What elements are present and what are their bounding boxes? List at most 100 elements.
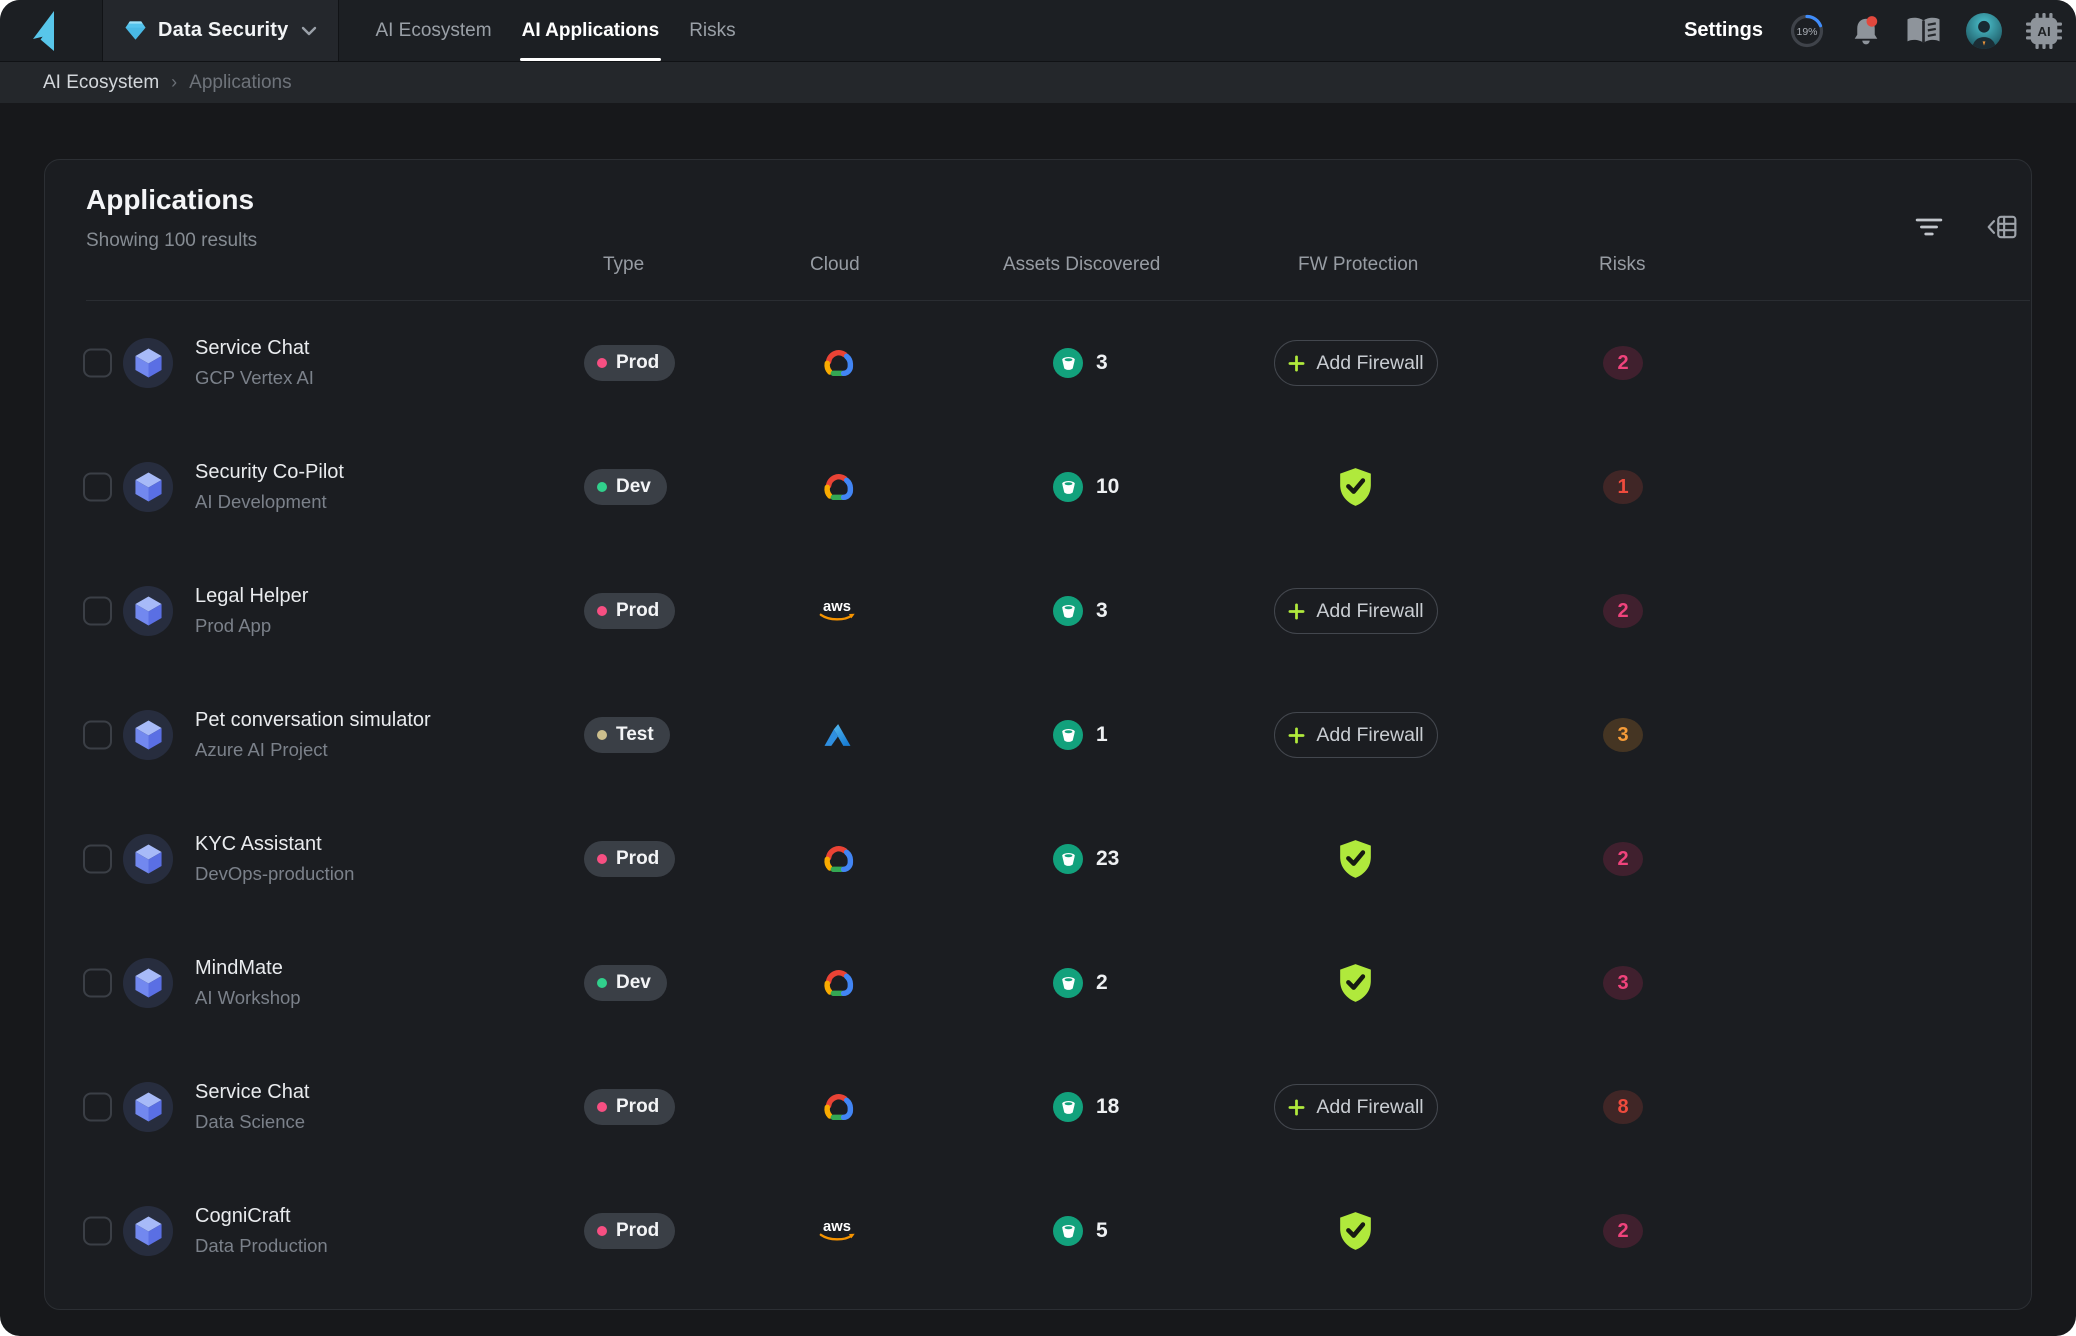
table-row[interactable]: Service Chat GCP Vertex AI Prod 3 Add Fi… — [45, 301, 2031, 425]
app-name: Security Co-Pilot — [195, 461, 344, 484]
plus-icon — [1288, 1099, 1305, 1116]
app-subtitle: AI Development — [195, 491, 344, 513]
user-avatar[interactable] — [1966, 13, 2002, 49]
breadcrumb: AI Ecosystem › Applications — [0, 62, 2076, 103]
fw-protection-cell — [1274, 467, 1444, 508]
app-subtitle: AI Workshop — [195, 987, 301, 1009]
env-type-label: Prod — [616, 848, 659, 870]
assets-bucket-icon — [1053, 1092, 1083, 1122]
add-firewall-button[interactable]: Add Firewall — [1274, 340, 1438, 386]
filter-button[interactable] — [1911, 212, 1947, 242]
assets-cell: 5 — [1053, 1216, 1108, 1246]
app-subtitle: Azure AI Project — [195, 739, 431, 761]
assets-bucket-icon — [1053, 844, 1083, 874]
env-type-dot-icon — [597, 1226, 607, 1236]
add-firewall-button[interactable]: Add Firewall — [1274, 588, 1438, 634]
risk-count-badge[interactable]: 2 — [1603, 346, 1643, 380]
column-header-fw-protection: FW Protection — [1298, 254, 1418, 276]
breadcrumb-parent[interactable]: AI Ecosystem — [43, 72, 159, 94]
breadcrumb-current: Applications — [189, 72, 291, 94]
table-row[interactable]: MindMate AI Workshop Dev 2 3 — [45, 921, 2031, 1045]
env-type-dot-icon — [597, 730, 607, 740]
svg-text:aws: aws — [823, 599, 851, 615]
fw-protection-cell: Add Firewall — [1274, 588, 1444, 634]
risk-count-badge[interactable]: 1 — [1603, 470, 1643, 504]
table-row[interactable]: Legal Helper Prod App Prod aws 3 Add Fir… — [45, 549, 2031, 673]
breadcrumb-separator-icon: › — [171, 72, 177, 93]
table-row[interactable]: Service Chat Data Science Prod 18 Add Fi… — [45, 1045, 2031, 1169]
primary-nav: AI Ecosystem AI Applications Risks — [375, 0, 735, 61]
table-row[interactable]: Pet conversation simulator Azure AI Proj… — [45, 673, 2031, 797]
row-checkbox[interactable] — [83, 845, 112, 874]
column-header-cloud: Cloud — [810, 254, 860, 276]
app-name: Pet conversation simulator — [195, 709, 431, 732]
row-checkbox[interactable] — [83, 473, 112, 502]
app-name: Legal Helper — [195, 585, 308, 608]
assets-bucket-icon — [1053, 720, 1083, 750]
add-firewall-button[interactable]: Add Firewall — [1274, 1084, 1438, 1130]
env-type-badge: Test — [584, 717, 670, 753]
tab-risks[interactable]: Risks — [689, 0, 735, 61]
row-checkbox[interactable] — [83, 597, 112, 626]
app-name: CogniCraft — [195, 1205, 328, 1228]
ai-assistant-chip-icon[interactable]: AI — [2026, 13, 2062, 49]
applications-panel: Applications Showing 100 results — [44, 159, 2032, 1310]
risk-count-badge[interactable]: 8 — [1603, 1090, 1643, 1124]
risk-count-badge[interactable]: 2 — [1603, 842, 1643, 876]
cloud-gcp-icon — [817, 471, 857, 503]
row-checkbox[interactable] — [83, 349, 112, 378]
app-cube-icon — [123, 834, 173, 884]
table-row[interactable]: CogniCraft Data Production Prod aws 5 2 — [45, 1169, 2031, 1293]
assets-count: 2 — [1096, 971, 1108, 995]
tab-ai-applications[interactable]: AI Applications — [522, 0, 660, 61]
settings-button[interactable]: Settings — [1684, 19, 1763, 42]
table-row[interactable]: KYC Assistant DevOps-production Prod 23 … — [45, 797, 2031, 921]
app-name: KYC Assistant — [195, 833, 354, 856]
column-settings-button[interactable] — [1982, 210, 2022, 244]
chevron-down-icon — [301, 26, 317, 36]
app-subtitle: GCP Vertex AI — [195, 367, 314, 389]
tab-ai-ecosystem[interactable]: AI Ecosystem — [375, 0, 491, 61]
notifications-bell-icon[interactable] — [1851, 15, 1881, 47]
firewall-protected-icon — [1337, 1211, 1374, 1252]
logo-icon — [29, 9, 73, 53]
fw-protection-cell — [1274, 1211, 1444, 1252]
app-cube-icon — [123, 586, 173, 636]
firewall-protected-icon — [1337, 963, 1374, 1004]
assets-count: 10 — [1096, 475, 1119, 499]
risk-count-badge[interactable]: 3 — [1603, 718, 1643, 752]
table-row[interactable]: Security Co-Pilot AI Development Dev 10 … — [45, 425, 2031, 549]
assets-bucket-icon — [1053, 596, 1083, 626]
risk-count-badge[interactable]: 2 — [1603, 594, 1643, 628]
cloud-gcp-icon — [817, 843, 857, 875]
fw-protection-cell — [1274, 963, 1444, 1004]
row-checkbox[interactable] — [83, 1093, 112, 1122]
assets-count: 3 — [1096, 351, 1108, 375]
env-type-label: Dev — [616, 972, 651, 994]
results-count: Showing 100 results — [86, 230, 257, 252]
firewall-protected-icon — [1337, 467, 1374, 508]
risk-count-badge[interactable]: 2 — [1603, 1214, 1643, 1248]
risk-count-badge[interactable]: 3 — [1603, 966, 1643, 1000]
env-type-dot-icon — [597, 606, 607, 616]
cloud-azure-icon — [817, 723, 857, 748]
env-type-label: Prod — [616, 1220, 659, 1242]
assets-count: 18 — [1096, 1095, 1119, 1119]
app-cube-icon — [123, 338, 173, 388]
row-checkbox[interactable] — [83, 969, 112, 998]
usage-progress-ring[interactable]: 19% — [1787, 11, 1827, 51]
assets-count: 3 — [1096, 599, 1108, 623]
app-name: Service Chat — [195, 337, 314, 360]
add-firewall-button[interactable]: Add Firewall — [1274, 712, 1438, 758]
env-type-dot-icon — [597, 854, 607, 864]
env-type-dot-icon — [597, 978, 607, 988]
assets-cell: 23 — [1053, 844, 1119, 874]
env-type-badge: Prod — [584, 345, 675, 381]
row-checkbox[interactable] — [83, 721, 112, 750]
row-checkbox[interactable] — [83, 1217, 112, 1246]
column-header-assets: Assets Discovered — [1003, 254, 1160, 276]
app-logo[interactable] — [0, 0, 103, 61]
workspace-switcher[interactable]: Data Security — [103, 0, 339, 61]
table-collapse-icon — [1986, 214, 2018, 240]
docs-book-icon[interactable] — [1905, 15, 1942, 47]
